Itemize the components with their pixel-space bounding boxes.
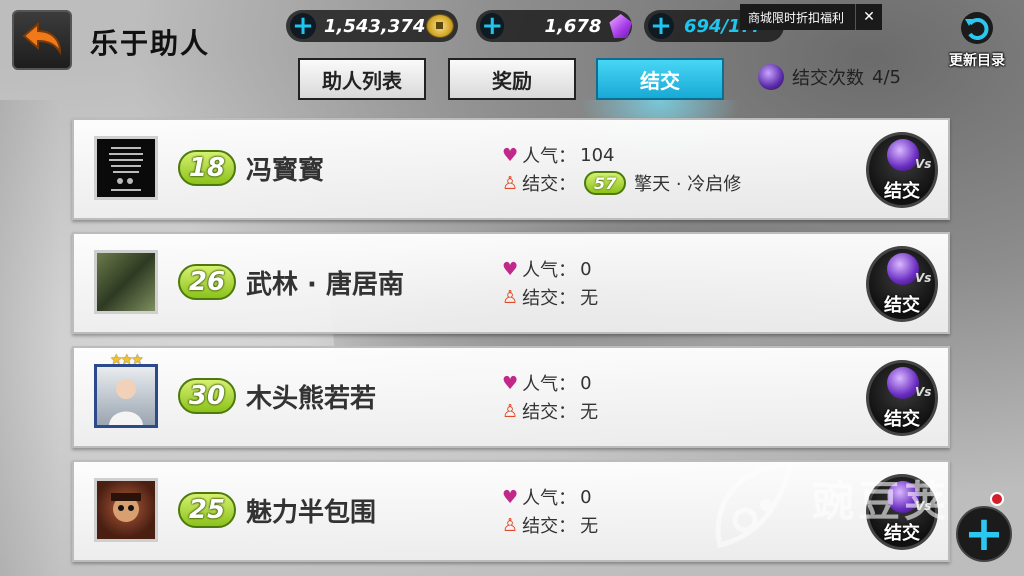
player-name: 魅力半包围 <box>246 498 377 528</box>
level-badge: 25 <box>178 492 236 528</box>
vs-icon: Vs <box>915 385 932 399</box>
watermark-text: 豌豆荚 <box>812 477 951 526</box>
vs-icon: Vs <box>915 157 932 171</box>
purple-gem-icon <box>609 14 632 38</box>
add-gem-button[interactable]: + <box>480 13 505 39</box>
bond-partner: 擎天 · 冷启修 <box>634 174 742 195</box>
bond-button-label: 结交 <box>884 409 920 430</box>
bamboo-decoration <box>0 100 60 576</box>
popularity-stat: ♥ 人气： 104 <box>502 142 615 168</box>
tab-helper-list[interactable]: 助人列表 <box>298 58 426 100</box>
bond-button[interactable]: Vs 结交 <box>866 246 938 322</box>
heart-icon: ♥ <box>502 372 519 394</box>
notification-dot <box>990 492 1004 506</box>
popularity-label: 人气： <box>522 260 577 281</box>
list-item: 26 武林 · 唐居南 ♥ 人气： 0 ♙ 结交： 无 Vs 结交 <box>72 232 950 334</box>
bond-label: 结交： <box>522 174 577 195</box>
close-icon[interactable]: ✕ <box>855 4 882 30</box>
refresh-button[interactable]: 更新目录 <box>940 10 1014 70</box>
page-title: 乐于助人 <box>90 27 211 60</box>
add-stamina-button[interactable]: + <box>648 13 674 39</box>
bond-button-label: 结交 <box>884 181 920 202</box>
popularity-value: 0 <box>580 258 592 280</box>
bond-stat: ♙ 结交： 无 <box>502 398 598 424</box>
player-name: 冯寳寳 <box>246 156 325 186</box>
star-rating-icon: ★★★ <box>110 352 144 368</box>
tab-bond[interactable]: 结交 <box>596 58 724 100</box>
add-gold-button[interactable]: + <box>290 13 316 39</box>
bond-label: 结交： <box>522 402 577 423</box>
portrait-image <box>109 147 143 191</box>
person-icon: ♙ <box>502 286 519 308</box>
portrait-image <box>111 493 141 522</box>
popularity-label: 人气： <box>522 146 577 167</box>
heart-icon: ♥ <box>502 144 519 166</box>
watermark-pea-icon <box>715 462 794 549</box>
popularity-value: 104 <box>580 144 615 166</box>
gem-value: 1,678 <box>544 15 602 37</box>
bond-stat: ♙ 结交： 无 <box>502 284 598 310</box>
bond-stat: ♙ 结交： 无 <box>502 512 598 538</box>
back-arrow-icon <box>22 21 62 56</box>
promo-text: 商城限时折扣福利 <box>748 10 845 25</box>
player-name: 木头熊若若 <box>246 384 377 414</box>
bond-count-value: 4/5 <box>872 66 901 88</box>
popularity-value: 0 <box>580 486 592 508</box>
avatar[interactable] <box>94 250 158 314</box>
refresh-icon <box>961 12 993 44</box>
avatar[interactable]: V5 <box>94 364 158 428</box>
avatar[interactable] <box>94 478 158 542</box>
avatar[interactable] <box>94 136 158 200</box>
popularity-stat: ♥ 人气： 0 <box>502 484 592 510</box>
person-icon: ♙ <box>502 172 519 194</box>
bond-stat: ♙ 结交： 57 擎天 · 冷启修 <box>502 170 741 196</box>
popularity-stat: ♥ 人气： 0 <box>502 256 592 282</box>
bond-count: 结交次数 4/5 <box>758 64 901 90</box>
list-item: 18 冯寳寳 ♥ 人气： 104 ♙ 结交： 57 擎天 · 冷启修 Vs 结交 <box>72 118 950 220</box>
popularity-label: 人气： <box>522 374 577 395</box>
floating-plus-button[interactable]: + <box>956 506 1012 562</box>
popularity-label: 人气： <box>522 488 577 509</box>
popularity-stat: ♥ 人气： 0 <box>502 370 592 396</box>
bond-button[interactable]: Vs 结交 <box>866 132 938 208</box>
person-icon: ♙ <box>502 514 519 536</box>
person-icon: ♙ <box>502 400 519 422</box>
bond-partner: 无 <box>580 516 599 537</box>
back-button[interactable] <box>12 10 72 70</box>
vs-icon: Vs <box>915 271 932 285</box>
bond-level-badge: 57 <box>584 171 627 195</box>
bond-hat-icon <box>758 64 784 90</box>
gold-coin-icon <box>426 14 454 38</box>
bond-partner: 无 <box>580 402 599 423</box>
player-name: 武林 · 唐居南 <box>246 270 404 300</box>
heart-icon: ♥ <box>502 258 519 280</box>
bond-label: 结交： <box>522 288 577 309</box>
gem-currency: + 1,678 <box>476 10 632 42</box>
heart-icon: ♥ <box>502 486 519 508</box>
bond-button[interactable]: Vs 结交 <box>866 360 938 436</box>
tab-rewards[interactable]: 奖励 <box>448 58 576 100</box>
refresh-label: 更新目录 <box>949 53 1005 69</box>
list-item: V5 30 木头熊若若 ♥ 人气： 0 ♙ 结交： 无 Vs 结交 <box>72 346 950 448</box>
level-badge: 26 <box>178 264 236 300</box>
promo-tooltip[interactable]: 商城限时折扣福利 ✕ <box>740 4 882 30</box>
bond-label: 结交： <box>522 516 577 537</box>
popularity-value: 0 <box>580 372 592 394</box>
bond-button-label: 结交 <box>884 295 920 316</box>
level-badge: 18 <box>178 150 236 186</box>
level-badge: 30 <box>178 378 236 414</box>
bond-count-label: 结交次数 <box>792 68 864 89</box>
portrait-image <box>109 379 143 425</box>
gold-value: 1,543,374 <box>324 15 426 37</box>
gold-currency: + 1,543,374 <box>286 10 458 42</box>
bond-partner: 无 <box>580 288 599 309</box>
